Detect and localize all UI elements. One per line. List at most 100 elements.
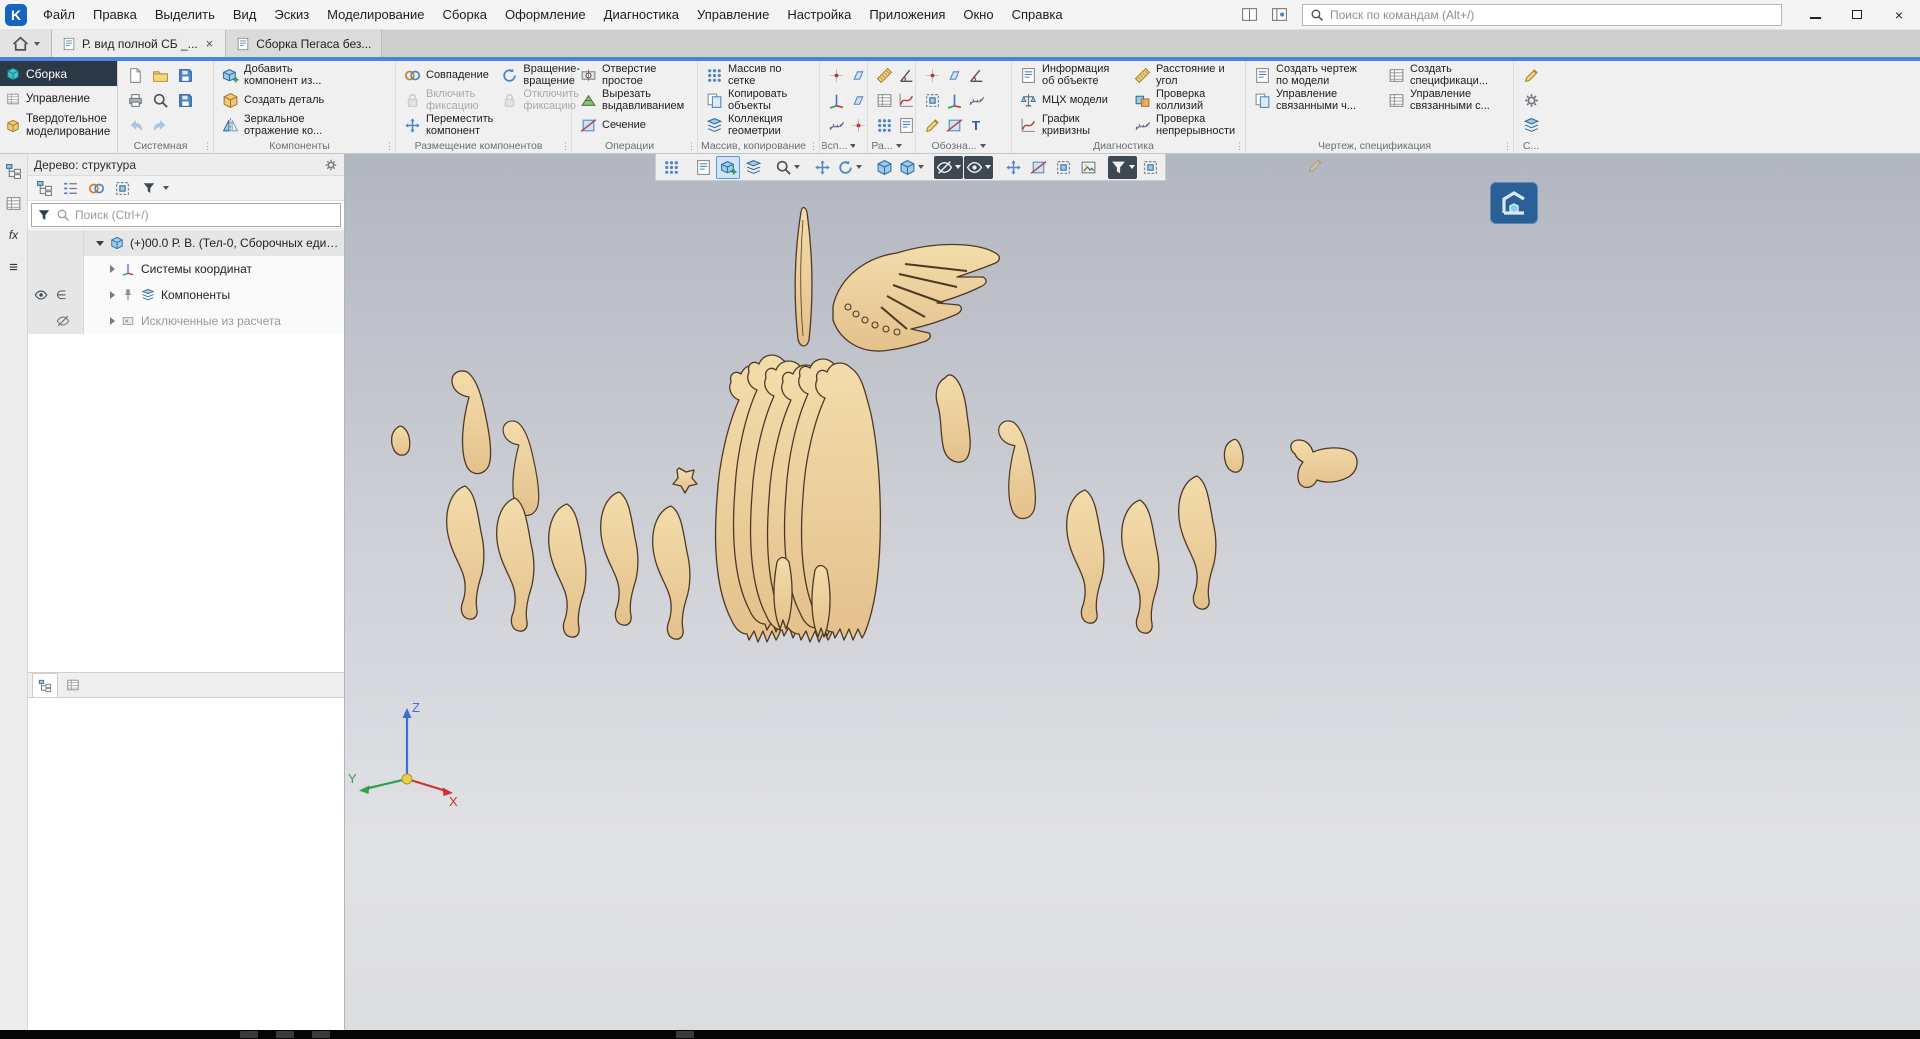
- tree-node-root[interactable]: (+)00.0 Р. В. (Тел-0, Сборочных единиц..…: [28, 230, 344, 256]
- notation-point-button[interactable]: [921, 64, 944, 87]
- chevron-down-icon[interactable]: [163, 186, 169, 190]
- save-button[interactable]: [174, 64, 197, 87]
- element-of-icon[interactable]: ∈: [56, 288, 66, 302]
- tree-node-excluded[interactable]: Исключенные из расчета: [28, 308, 344, 334]
- gear-icon[interactable]: [324, 158, 338, 172]
- chevron-down-icon[interactable]: [918, 165, 924, 169]
- group-grip-icon[interactable]: ⋮: [561, 140, 569, 152]
- menu-formatting[interactable]: Оформление: [496, 0, 595, 30]
- menu-diagnostics[interactable]: Диагностика: [595, 0, 688, 30]
- tree-search-input[interactable]: [75, 208, 335, 222]
- ribbon-button-curvature-graph[interactable]: Графиккривизны: [1017, 113, 1129, 138]
- group-grip-icon[interactable]: ⋮: [687, 140, 695, 152]
- chevron-down-icon[interactable]: [955, 165, 961, 169]
- ribbon-button-create-drawing[interactable]: Создать чертежпо модели: [1251, 63, 1383, 88]
- parts-group[interactable]: [392, 208, 1357, 643]
- notation-leader-button[interactable]: [965, 64, 988, 87]
- filter-funnel-icon[interactable]: [37, 208, 51, 222]
- vp-zoom-button[interactable]: [773, 156, 802, 179]
- minimize-button[interactable]: [1794, 0, 1836, 30]
- group-grip-icon[interactable]: ⋮: [1235, 140, 1243, 152]
- chevron-down-icon[interactable]: [1129, 165, 1135, 169]
- menu-edit[interactable]: Правка: [84, 0, 146, 30]
- vp-corner-box-button[interactable]: [1138, 156, 1162, 179]
- command-search[interactable]: [1302, 4, 1782, 26]
- dim-angle-button[interactable]: [895, 64, 918, 87]
- ribbon-button-move-component[interactable]: Переместитькомпонент: [401, 113, 496, 138]
- panels-icon[interactable]: [1266, 3, 1292, 27]
- aux-plane2-button[interactable]: [847, 89, 870, 112]
- chevron-down-icon[interactable]: [980, 144, 986, 148]
- tree-search-box[interactable]: [31, 203, 341, 227]
- ribbon-button-collision-check[interactable]: Проверкаколлизий: [1131, 88, 1238, 113]
- menu-management[interactable]: Управление: [688, 0, 778, 30]
- ribbon-button-mirror-component[interactable]: Зеркальноеотражение ко...: [219, 113, 391, 138]
- home-tab[interactable]: [0, 30, 52, 57]
- service-collection-button[interactable]: [1520, 114, 1543, 137]
- vp-section-view-button[interactable]: [1026, 156, 1050, 179]
- menu-modeling[interactable]: Моделирование: [318, 0, 433, 30]
- ribbon-button-object-info[interactable]: Информацияоб объекте: [1017, 63, 1129, 88]
- taskbar-icon[interactable]: [312, 1031, 330, 1038]
- ribbon-button-coincide[interactable]: Совпадение: [401, 63, 496, 88]
- ribbon-button-continuity-check[interactable]: Проверканепрерывности: [1131, 113, 1238, 138]
- close-button[interactable]: ×: [1878, 0, 1920, 30]
- menu-help[interactable]: Справка: [1003, 0, 1072, 30]
- notation-section-button[interactable]: [943, 114, 966, 137]
- tree-node-content[interactable]: Компоненты: [84, 282, 344, 308]
- dim-table-button[interactable]: [873, 89, 896, 112]
- ribbon-button-add-component[interactable]: Добавитькомпонент из...: [219, 63, 391, 88]
- preview-button[interactable]: [149, 89, 172, 112]
- menu-view[interactable]: Вид: [224, 0, 266, 30]
- open-document-button[interactable]: [149, 64, 172, 87]
- menu-applications[interactable]: Приложения: [860, 0, 954, 30]
- parameters-panel-button[interactable]: [3, 192, 25, 214]
- app-logo-icon[interactable]: K: [5, 4, 27, 26]
- command-search-input[interactable]: [1330, 8, 1774, 22]
- chevron-down-icon[interactable]: [794, 165, 800, 169]
- ribbon-button-create-part[interactable]: Создать деталь: [219, 88, 391, 113]
- ribbon-button-grid-array[interactable]: Массив посетке: [703, 63, 815, 88]
- notation-comb-button[interactable]: [965, 89, 988, 112]
- window-layout-icon[interactable]: [1236, 3, 1262, 27]
- group-grip-icon[interactable]: ⋮: [809, 140, 817, 152]
- tree-node-content[interactable]: Исключенные из расчета: [84, 308, 344, 334]
- group-grip-icon[interactable]: ⋮: [203, 140, 211, 152]
- expand-arrow-icon[interactable]: [110, 265, 115, 273]
- list-tab[interactable]: [60, 673, 86, 697]
- vp-measure-button[interactable]: [1001, 156, 1025, 179]
- tree-structure-view-button[interactable]: [33, 177, 56, 200]
- tree-list-view-button[interactable]: [59, 177, 82, 200]
- pegasus-parts-model[interactable]: Z Y X: [345, 154, 1920, 1030]
- variables-panel-button[interactable]: fx: [3, 224, 25, 246]
- new-document-button[interactable]: [124, 64, 147, 87]
- eye-icon[interactable]: [34, 288, 48, 302]
- group-grip-icon[interactable]: ⋮: [385, 140, 393, 152]
- notation-text-button[interactable]: Т: [965, 114, 988, 137]
- dim-ruler-button[interactable]: [873, 64, 896, 87]
- taskbar-icon[interactable]: [276, 1031, 294, 1038]
- mode-management[interactable]: Управление: [0, 86, 117, 111]
- menu-sketch[interactable]: Эскиз: [265, 0, 318, 30]
- tree-filter-view-button[interactable]: [137, 177, 160, 200]
- dim-graph-button[interactable]: [895, 89, 918, 112]
- vp-rotate-button[interactable]: [835, 156, 864, 179]
- aux-axes-button[interactable]: [825, 89, 848, 112]
- tab-assembly-pegasus[interactable]: Сборка Пегаса без...: [226, 30, 382, 57]
- taskbar-icon[interactable]: [676, 1031, 694, 1038]
- chevron-down-icon[interactable]: [850, 144, 855, 148]
- ribbon-button-copy-objects[interactable]: Копироватьобъекты: [703, 88, 815, 113]
- notation-plane-button[interactable]: [943, 64, 966, 87]
- vp-pan-button[interactable]: [810, 156, 834, 179]
- chevron-down-icon[interactable]: [985, 165, 991, 169]
- structure-tab[interactable]: [32, 673, 58, 697]
- aux-plane-button[interactable]: [847, 64, 870, 87]
- ribbon-button-cut-extrude[interactable]: Вырезатьвыдавливанием: [577, 88, 693, 113]
- aux-point-button[interactable]: [825, 64, 848, 87]
- ribbon-button-geometry-collection[interactable]: Коллекциягеометрии: [703, 113, 815, 138]
- vp-clip-button[interactable]: [1051, 156, 1075, 179]
- panel-menu-button[interactable]: ≡: [3, 256, 25, 278]
- aux-curve-button[interactable]: [825, 114, 848, 137]
- ribbon-button-manage-drawings[interactable]: Управлениесвязанными ч...: [1251, 88, 1383, 113]
- tree-relations-button[interactable]: [85, 177, 108, 200]
